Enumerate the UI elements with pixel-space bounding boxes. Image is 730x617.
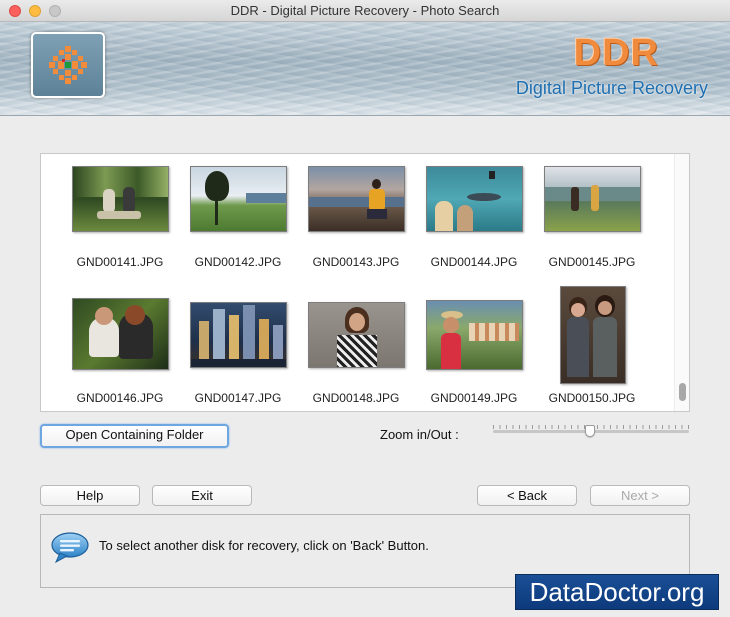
- photo-thumbnail[interactable]: GND00141.JPG: [61, 166, 179, 278]
- photo-filename: GND00147.JPG: [194, 391, 282, 405]
- photo-image: [72, 298, 169, 370]
- speech-bubble-icon: [51, 532, 89, 564]
- window-title: DDR - Digital Picture Recovery - Photo S…: [230, 3, 500, 18]
- open-containing-folder-button[interactable]: Open Containing Folder: [40, 424, 229, 448]
- title-bar: DDR - Digital Picture Recovery - Photo S…: [0, 0, 730, 22]
- exit-button[interactable]: Exit: [152, 485, 252, 506]
- photo-thumbnail[interactable]: GND00142.JPG: [179, 166, 297, 278]
- header-banner: DDR Digital Picture Recovery: [0, 22, 730, 116]
- photo-image: [544, 166, 641, 232]
- photo-thumbnail[interactable]: GND00150.JPG: [533, 286, 651, 405]
- photo-gallery[interactable]: GND00141.JPG GND00142.JPG GND00143.JPG G…: [40, 153, 690, 412]
- photo-filename: GND00144.JPG: [430, 255, 518, 269]
- photo-image: [190, 302, 287, 368]
- photo-image: [560, 286, 626, 384]
- brand-title: DDR: [573, 32, 659, 74]
- ddr-logo-icon: [31, 32, 105, 98]
- gallery-scrollbar[interactable]: [674, 154, 689, 411]
- photo-filename: GND00146.JPG: [76, 391, 164, 405]
- photo-thumbnail[interactable]: GND00145.JPG: [533, 166, 651, 278]
- photo-filename: GND00150.JPG: [548, 391, 636, 405]
- photo-thumbnail[interactable]: GND00148.JPG: [297, 298, 415, 410]
- photo-filename: GND00148.JPG: [312, 391, 400, 405]
- photo-thumbnail[interactable]: GND00143.JPG: [297, 166, 415, 278]
- photo-image: [190, 166, 287, 232]
- photo-image: [72, 166, 169, 232]
- photo-thumbnail[interactable]: GND00147.JPG: [179, 298, 297, 410]
- photo-thumbnail[interactable]: GND00149.JPG: [415, 298, 533, 410]
- brand-subtitle: Digital Picture Recovery: [515, 78, 708, 98]
- photo-filename: GND00142.JPG: [194, 255, 282, 269]
- photo-thumbnail[interactable]: GND00144.JPG: [415, 166, 533, 278]
- info-message: To select another disk for recovery, cli…: [99, 538, 429, 553]
- photo-thumbnail[interactable]: GND00146.JPG: [61, 298, 179, 410]
- photo-filename: GND00141.JPG: [76, 255, 164, 269]
- photo-image: [426, 300, 523, 370]
- back-button[interactable]: < Back: [477, 485, 577, 506]
- scrollbar-thumb[interactable]: [679, 383, 686, 401]
- photo-image: [308, 166, 405, 232]
- photo-filename: GND00145.JPG: [548, 255, 636, 269]
- logo-mosaic-graphic: [49, 46, 87, 84]
- photo-image: [426, 166, 523, 232]
- zoom-slider-knob[interactable]: [585, 425, 595, 437]
- app-window: DDR - Digital Picture Recovery - Photo S…: [0, 0, 730, 617]
- help-button[interactable]: Help: [40, 485, 140, 506]
- photo-filename: GND00143.JPG: [312, 255, 400, 269]
- photo-filename: GND00149.JPG: [430, 391, 518, 405]
- next-button[interactable]: Next >: [590, 485, 690, 506]
- zoom-label: Zoom in/Out :: [380, 427, 459, 442]
- photo-image: [308, 302, 405, 368]
- datadoctor-watermark: DataDoctor.org: [515, 574, 719, 610]
